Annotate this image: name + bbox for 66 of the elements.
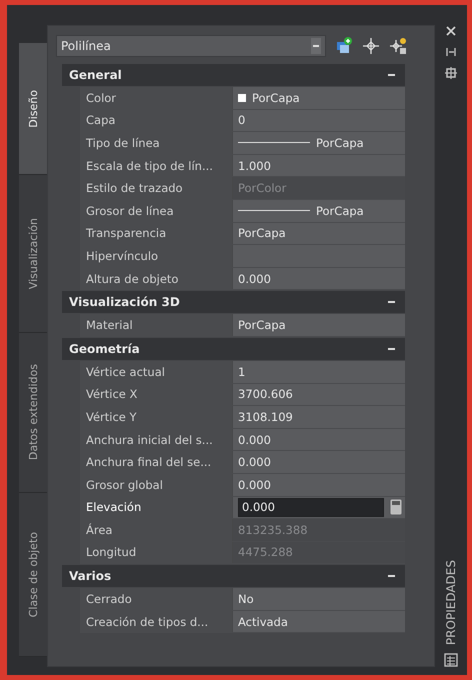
- auto-hide-icon[interactable]: [445, 46, 457, 58]
- settings-icon[interactable]: [445, 67, 457, 79]
- property-value: PorCapa: [238, 318, 286, 332]
- property-row[interactable]: Anchura inicial del s... 0.000: [80, 428, 405, 452]
- property-value: PorCapa: [238, 226, 286, 240]
- property-row[interactable]: Altura de objeto 0.000: [80, 268, 405, 290]
- value-input-field[interactable]: 0.000: [238, 498, 384, 517]
- collapse-icon[interactable]: [388, 575, 395, 578]
- palette-title: PROPIEDADES: [444, 560, 458, 645]
- collapse-icon[interactable]: [388, 301, 395, 304]
- crosshair-icon[interactable]: [362, 37, 380, 55]
- crosshair-plus-icon[interactable]: [389, 37, 407, 55]
- properties-icon[interactable]: [444, 653, 458, 667]
- side-tab[interactable]: Diseño: [19, 43, 47, 175]
- property-row[interactable]: Capa 0: [80, 110, 405, 132]
- property-row[interactable]: Grosor de línea PorCapa: [80, 200, 405, 223]
- property-value: 0.000: [238, 455, 271, 470]
- property-value: 813235.388: [238, 522, 308, 537]
- property-row[interactable]: Creación de tipos d... Activada: [80, 610, 405, 634]
- section-title: Visualización 3D: [69, 295, 180, 310]
- color-swatch-icon: [238, 94, 246, 102]
- section-header[interactable]: General: [62, 64, 405, 86]
- property-value: No: [238, 592, 254, 606]
- property-row[interactable]: Vértice X 3700.606: [80, 384, 405, 406]
- line-preview-icon: [238, 142, 310, 144]
- property-value: PorCapa: [316, 204, 364, 218]
- property-value: 0.000: [238, 432, 271, 447]
- property-row[interactable]: Anchura final del se... 0.000: [80, 451, 405, 474]
- property-value: 1.000: [238, 158, 271, 173]
- property-row[interactable]: Color PorCapa: [80, 87, 405, 110]
- property-value: Activada: [238, 614, 288, 629]
- property-row[interactable]: Hipervínculo: [80, 245, 405, 268]
- property-row[interactable]: Transparencia PorCapa: [80, 222, 405, 246]
- property-row[interactable]: Material PorCapa: [80, 314, 405, 337]
- property-value: 0.000: [238, 478, 271, 492]
- section-title: General: [69, 68, 122, 82]
- section-header[interactable]: Visualización 3D: [62, 291, 405, 314]
- property-value: 3700.606: [238, 387, 293, 402]
- property-row[interactable]: Cerrado No: [80, 588, 405, 611]
- property-value: PorCapa: [252, 90, 300, 105]
- property-row[interactable]: Escala de tipo de lín... 1.000: [80, 154, 405, 178]
- side-tab[interactable]: Visualización: [19, 175, 47, 333]
- calculator-icon[interactable]: [390, 499, 402, 516]
- side-tab[interactable]: Clase de objeto: [19, 493, 47, 657]
- property-row[interactable]: Grosor global 0.000: [80, 474, 405, 496]
- section-header[interactable]: Geometría: [62, 338, 405, 360]
- property-value: PorColor: [238, 181, 286, 196]
- section-header[interactable]: Varios: [62, 565, 405, 588]
- property-row[interactable]: Vértice Y 3108.109: [80, 406, 405, 429]
- property-row[interactable]: Tipo de línea PorCapa: [80, 132, 405, 155]
- property-row[interactable]: Elevación 0.000: [80, 496, 405, 520]
- property-value: 0.000: [238, 272, 271, 286]
- quick-select-icon[interactable]: [335, 37, 353, 55]
- section-title: Geometría: [69, 342, 140, 356]
- collapse-icon[interactable]: [388, 348, 395, 350]
- property-value: 0: [238, 113, 246, 128]
- object-type-dropdown[interactable]: Polilínea: [56, 35, 326, 57]
- property-row[interactable]: Vértice actual 1: [80, 360, 405, 384]
- property-value: 3108.109: [238, 410, 293, 424]
- section-title: Varios: [69, 569, 112, 584]
- property-value: 4475.288: [238, 545, 293, 560]
- property-value: PorCapa: [316, 136, 364, 150]
- close-icon[interactable]: [445, 25, 457, 37]
- property-value: 1: [238, 364, 246, 379]
- line-preview-icon: [238, 210, 310, 212]
- side-tab[interactable]: Datos extendidos: [19, 333, 47, 493]
